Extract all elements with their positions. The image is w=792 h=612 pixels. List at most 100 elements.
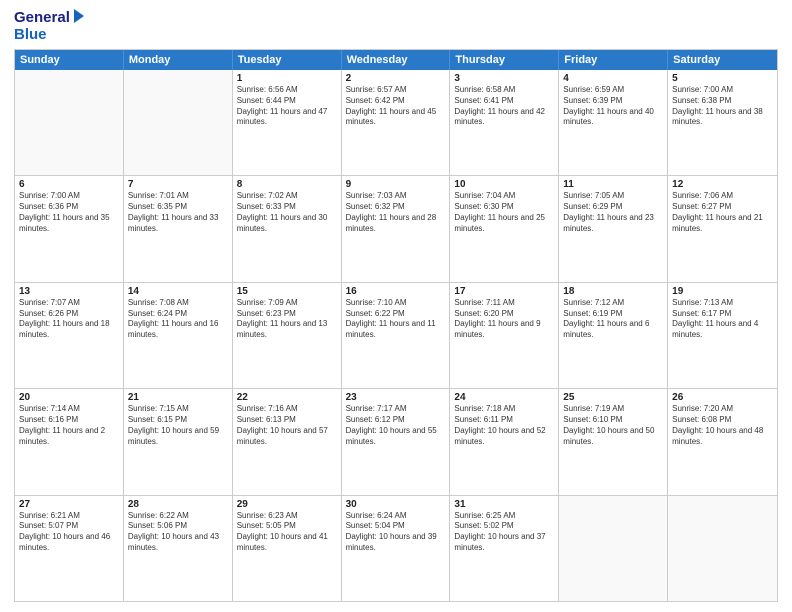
day-number: 6 xyxy=(19,179,119,190)
day-number: 4 xyxy=(563,73,663,84)
cell-text: Sunrise: 6:59 AMSunset: 6:39 PMDaylight:… xyxy=(563,85,663,128)
cell-text: Sunrise: 7:08 AMSunset: 6:24 PMDaylight:… xyxy=(128,298,228,341)
cell-text: Sunrise: 7:10 AMSunset: 6:22 PMDaylight:… xyxy=(346,298,446,341)
calendar-body: 1Sunrise: 6:56 AMSunset: 6:44 PMDaylight… xyxy=(15,70,777,601)
calendar-cell: 7Sunrise: 7:01 AMSunset: 6:35 PMDaylight… xyxy=(124,176,233,281)
day-number: 31 xyxy=(454,499,554,510)
cell-text: Sunrise: 7:09 AMSunset: 6:23 PMDaylight:… xyxy=(237,298,337,341)
calendar-cell: 6Sunrise: 7:00 AMSunset: 6:36 PMDaylight… xyxy=(15,176,124,281)
calendar-cell: 20Sunrise: 7:14 AMSunset: 6:16 PMDayligh… xyxy=(15,389,124,494)
calendar-cell: 27Sunrise: 6:21 AMSunset: 5:07 PMDayligh… xyxy=(15,496,124,601)
calendar-cell: 17Sunrise: 7:11 AMSunset: 6:20 PMDayligh… xyxy=(450,283,559,388)
cell-text: Sunrise: 7:17 AMSunset: 6:12 PMDaylight:… xyxy=(346,404,446,447)
calendar-cell: 30Sunrise: 6:24 AMSunset: 5:04 PMDayligh… xyxy=(342,496,451,601)
calendar-cell: 10Sunrise: 7:04 AMSunset: 6:30 PMDayligh… xyxy=(450,176,559,281)
cell-text: Sunrise: 6:22 AMSunset: 5:06 PMDaylight:… xyxy=(128,511,228,554)
header-cell-saturday: Saturday xyxy=(668,50,777,70)
day-number: 18 xyxy=(563,286,663,297)
calendar-cell: 13Sunrise: 7:07 AMSunset: 6:26 PMDayligh… xyxy=(15,283,124,388)
cell-text: Sunrise: 6:21 AMSunset: 5:07 PMDaylight:… xyxy=(19,511,119,554)
calendar-cell: 9Sunrise: 7:03 AMSunset: 6:32 PMDaylight… xyxy=(342,176,451,281)
calendar-cell: 1Sunrise: 6:56 AMSunset: 6:44 PMDaylight… xyxy=(233,70,342,175)
calendar-cell xyxy=(124,70,233,175)
cell-text: Sunrise: 7:12 AMSunset: 6:19 PMDaylight:… xyxy=(563,298,663,341)
day-number: 8 xyxy=(237,179,337,190)
header-cell-monday: Monday xyxy=(124,50,233,70)
calendar-cell: 21Sunrise: 7:15 AMSunset: 6:15 PMDayligh… xyxy=(124,389,233,494)
calendar-row: 20Sunrise: 7:14 AMSunset: 6:16 PMDayligh… xyxy=(15,388,777,494)
calendar-cell xyxy=(15,70,124,175)
cell-text: Sunrise: 6:56 AMSunset: 6:44 PMDaylight:… xyxy=(237,85,337,128)
day-number: 21 xyxy=(128,392,228,403)
calendar-cell: 11Sunrise: 7:05 AMSunset: 6:29 PMDayligh… xyxy=(559,176,668,281)
cell-text: Sunrise: 7:00 AMSunset: 6:36 PMDaylight:… xyxy=(19,191,119,234)
day-number: 25 xyxy=(563,392,663,403)
cell-text: Sunrise: 6:58 AMSunset: 6:41 PMDaylight:… xyxy=(454,85,554,128)
calendar-cell: 29Sunrise: 6:23 AMSunset: 5:05 PMDayligh… xyxy=(233,496,342,601)
logo: General Blue xyxy=(14,10,86,43)
cell-text: Sunrise: 7:18 AMSunset: 6:11 PMDaylight:… xyxy=(454,404,554,447)
cell-text: Sunrise: 6:57 AMSunset: 6:42 PMDaylight:… xyxy=(346,85,446,128)
cell-text: Sunrise: 7:19 AMSunset: 6:10 PMDaylight:… xyxy=(563,404,663,447)
day-number: 10 xyxy=(454,179,554,190)
cell-text: Sunrise: 7:20 AMSunset: 6:08 PMDaylight:… xyxy=(672,404,773,447)
day-number: 7 xyxy=(128,179,228,190)
calendar-cell: 14Sunrise: 7:08 AMSunset: 6:24 PMDayligh… xyxy=(124,283,233,388)
calendar-cell: 23Sunrise: 7:17 AMSunset: 6:12 PMDayligh… xyxy=(342,389,451,494)
day-number: 19 xyxy=(672,286,773,297)
calendar: SundayMondayTuesdayWednesdayThursdayFrid… xyxy=(14,49,778,602)
day-number: 24 xyxy=(454,392,554,403)
day-number: 28 xyxy=(128,499,228,510)
calendar-cell: 12Sunrise: 7:06 AMSunset: 6:27 PMDayligh… xyxy=(668,176,777,281)
cell-text: Sunrise: 6:25 AMSunset: 5:02 PMDaylight:… xyxy=(454,511,554,554)
day-number: 12 xyxy=(672,179,773,190)
logo-blue: Blue xyxy=(14,27,86,44)
day-number: 22 xyxy=(237,392,337,403)
day-number: 23 xyxy=(346,392,446,403)
cell-text: Sunrise: 7:14 AMSunset: 6:16 PMDaylight:… xyxy=(19,404,119,447)
header-cell-sunday: Sunday xyxy=(15,50,124,70)
calendar-cell: 3Sunrise: 6:58 AMSunset: 6:41 PMDaylight… xyxy=(450,70,559,175)
calendar-cell: 15Sunrise: 7:09 AMSunset: 6:23 PMDayligh… xyxy=(233,283,342,388)
day-number: 14 xyxy=(128,286,228,297)
header: General Blue xyxy=(14,10,778,43)
day-number: 27 xyxy=(19,499,119,510)
calendar-cell: 28Sunrise: 6:22 AMSunset: 5:06 PMDayligh… xyxy=(124,496,233,601)
cell-text: Sunrise: 7:15 AMSunset: 6:15 PMDaylight:… xyxy=(128,404,228,447)
day-number: 5 xyxy=(672,73,773,84)
calendar-cell xyxy=(668,496,777,601)
cell-text: Sunrise: 7:05 AMSunset: 6:29 PMDaylight:… xyxy=(563,191,663,234)
logo-graphic: General Blue xyxy=(14,10,86,43)
cell-text: Sunrise: 7:00 AMSunset: 6:38 PMDaylight:… xyxy=(672,85,773,128)
day-number: 16 xyxy=(346,286,446,297)
day-number: 29 xyxy=(237,499,337,510)
day-number: 20 xyxy=(19,392,119,403)
calendar-cell: 18Sunrise: 7:12 AMSunset: 6:19 PMDayligh… xyxy=(559,283,668,388)
calendar-cell: 19Sunrise: 7:13 AMSunset: 6:17 PMDayligh… xyxy=(668,283,777,388)
calendar-cell: 31Sunrise: 6:25 AMSunset: 5:02 PMDayligh… xyxy=(450,496,559,601)
cell-text: Sunrise: 7:13 AMSunset: 6:17 PMDaylight:… xyxy=(672,298,773,341)
calendar-cell: 4Sunrise: 6:59 AMSunset: 6:39 PMDaylight… xyxy=(559,70,668,175)
calendar-cell xyxy=(559,496,668,601)
day-number: 2 xyxy=(346,73,446,84)
day-number: 9 xyxy=(346,179,446,190)
day-number: 26 xyxy=(672,392,773,403)
day-number: 17 xyxy=(454,286,554,297)
calendar-row: 27Sunrise: 6:21 AMSunset: 5:07 PMDayligh… xyxy=(15,495,777,601)
calendar-cell: 25Sunrise: 7:19 AMSunset: 6:10 PMDayligh… xyxy=(559,389,668,494)
header-cell-tuesday: Tuesday xyxy=(233,50,342,70)
day-number: 13 xyxy=(19,286,119,297)
day-number: 11 xyxy=(563,179,663,190)
cell-text: Sunrise: 7:11 AMSunset: 6:20 PMDaylight:… xyxy=(454,298,554,341)
cell-text: Sunrise: 7:04 AMSunset: 6:30 PMDaylight:… xyxy=(454,191,554,234)
header-cell-thursday: Thursday xyxy=(450,50,559,70)
day-number: 15 xyxy=(237,286,337,297)
cell-text: Sunrise: 7:01 AMSunset: 6:35 PMDaylight:… xyxy=(128,191,228,234)
header-cell-friday: Friday xyxy=(559,50,668,70)
calendar-row: 13Sunrise: 7:07 AMSunset: 6:26 PMDayligh… xyxy=(15,282,777,388)
calendar-cell: 16Sunrise: 7:10 AMSunset: 6:22 PMDayligh… xyxy=(342,283,451,388)
cell-text: Sunrise: 7:07 AMSunset: 6:26 PMDaylight:… xyxy=(19,298,119,341)
cell-text: Sunrise: 7:03 AMSunset: 6:32 PMDaylight:… xyxy=(346,191,446,234)
cell-text: Sunrise: 7:16 AMSunset: 6:13 PMDaylight:… xyxy=(237,404,337,447)
calendar-cell: 22Sunrise: 7:16 AMSunset: 6:13 PMDayligh… xyxy=(233,389,342,494)
